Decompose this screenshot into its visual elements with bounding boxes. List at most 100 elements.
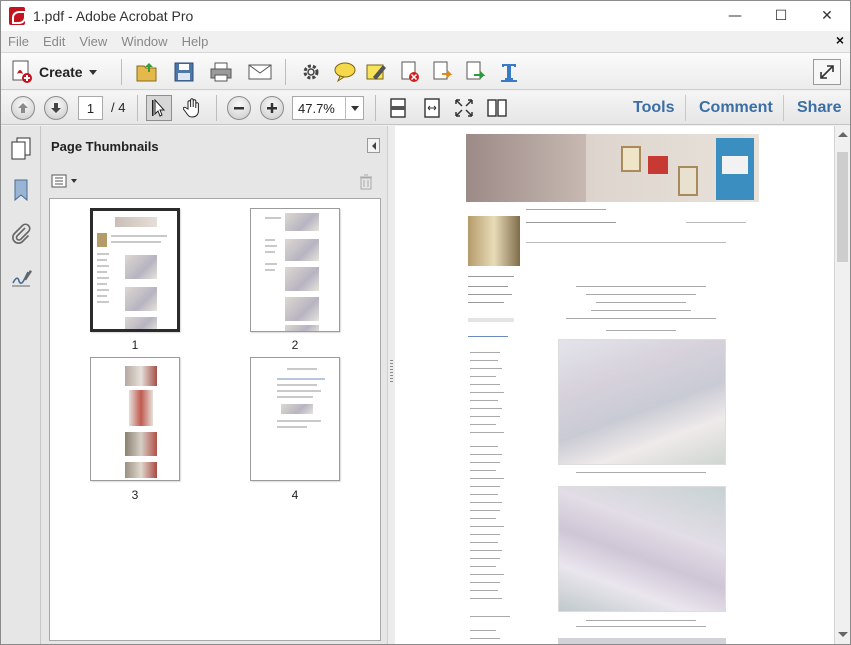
zoom-out-button[interactable] bbox=[227, 96, 251, 120]
window-controls: — ☐ ✕ bbox=[712, 1, 850, 31]
full-screen-icon[interactable] bbox=[450, 95, 478, 121]
print-icon[interactable] bbox=[207, 59, 235, 85]
navigation-pane-strip bbox=[1, 126, 41, 644]
zoom-in-button[interactable] bbox=[260, 96, 284, 120]
maximize-button[interactable]: ☐ bbox=[758, 1, 804, 31]
blog-header-image bbox=[466, 134, 759, 202]
create-button[interactable]: Create bbox=[11, 59, 97, 85]
export-page-icon[interactable] bbox=[429, 59, 457, 85]
page-thumbnail-label-2: 2 bbox=[291, 338, 299, 352]
splitter-grip-icon[interactable] bbox=[390, 360, 393, 384]
chevron-down-icon bbox=[71, 179, 77, 183]
remove-page-icon[interactable] bbox=[396, 59, 424, 85]
window-title: 1.pdf - Adobe Acrobat Pro bbox=[33, 8, 194, 24]
minimize-button[interactable]: — bbox=[712, 1, 758, 31]
scroll-down-arrow-icon[interactable] bbox=[838, 632, 848, 637]
share-link[interactable]: Share bbox=[797, 99, 841, 117]
cursor-arrow-icon bbox=[152, 99, 166, 117]
comment-bubble-icon[interactable] bbox=[331, 59, 359, 85]
next-page-button[interactable] bbox=[44, 96, 68, 120]
highlight-pen-icon[interactable] bbox=[363, 59, 391, 85]
vertical-scrollbar[interactable] bbox=[834, 126, 850, 644]
page-thumbnails-panel: Page Thumbnails 1 2 3 4 bbox=[41, 126, 387, 644]
arrow-up-icon bbox=[18, 103, 28, 113]
menu-help[interactable]: Help bbox=[175, 34, 216, 49]
thumbnail-photo bbox=[97, 233, 107, 247]
scrollbar-thumb[interactable] bbox=[837, 152, 848, 262]
page-thumbnail-2[interactable] bbox=[250, 208, 340, 332]
fit-page-icon[interactable] bbox=[384, 95, 412, 121]
navigation-toolbar: 1 / 4 47.7% Tools Comment Share bbox=[1, 91, 850, 125]
main-toolbar: Create bbox=[1, 52, 850, 90]
panel-title: Page Thumbnails bbox=[51, 139, 159, 154]
toolbar-divider bbox=[375, 95, 376, 121]
text-tool-icon[interactable] bbox=[495, 59, 523, 85]
extract-page-icon[interactable] bbox=[462, 59, 490, 85]
page-total: / 4 bbox=[111, 100, 126, 115]
tools-link[interactable]: Tools bbox=[633, 99, 674, 117]
thumbnail-photo bbox=[281, 404, 313, 414]
thumbnail-options-button[interactable] bbox=[51, 174, 77, 188]
close-button[interactable]: ✕ bbox=[804, 1, 850, 31]
expand-icon[interactable] bbox=[813, 59, 841, 85]
page-thumbnail-label-3: 3 bbox=[131, 488, 139, 502]
menu-file[interactable]: File bbox=[1, 34, 36, 49]
link-divider bbox=[685, 95, 686, 121]
acrobat-pdf-icon bbox=[9, 7, 26, 25]
create-pdf-icon bbox=[11, 60, 33, 84]
zoom-value: 47.7% bbox=[298, 100, 335, 116]
email-icon[interactable] bbox=[246, 59, 274, 85]
fit-width-icon[interactable] bbox=[418, 95, 446, 121]
toolbar-divider bbox=[216, 95, 217, 121]
gear-icon[interactable] bbox=[297, 59, 325, 85]
plus-icon bbox=[267, 103, 277, 113]
page-thumbnails-icon[interactable] bbox=[9, 136, 33, 160]
thumbnail-list: 1 2 3 4 bbox=[49, 198, 381, 641]
menu-window[interactable]: Window bbox=[114, 34, 174, 49]
thumbnail-photo bbox=[285, 267, 319, 291]
page-thumbnail-4[interactable] bbox=[250, 357, 340, 481]
select-tool-button[interactable] bbox=[146, 95, 172, 121]
hand-tool-icon[interactable] bbox=[179, 95, 207, 121]
open-folder-icon[interactable] bbox=[133, 59, 161, 85]
profile-photo bbox=[468, 216, 520, 266]
bookmark-icon[interactable] bbox=[9, 178, 33, 202]
pdf-page bbox=[456, 126, 768, 644]
title-bar: 1.pdf - Adobe Acrobat Pro — ☐ ✕ bbox=[1, 1, 850, 31]
thumbnail-photo bbox=[285, 213, 319, 231]
document-view[interactable] bbox=[395, 126, 834, 644]
document-photo bbox=[558, 638, 726, 644]
toolbar-divider bbox=[137, 95, 138, 121]
signature-icon[interactable] bbox=[9, 265, 33, 289]
zoom-select[interactable]: 47.7% bbox=[292, 96, 364, 120]
thumbnail-photo bbox=[125, 462, 157, 478]
toolbar-divider bbox=[285, 59, 286, 85]
two-page-view-icon[interactable] bbox=[483, 95, 511, 121]
thumbnail-photo bbox=[125, 287, 157, 311]
acrobat-window: 1.pdf - Adobe Acrobat Pro — ☐ ✕ File Edi… bbox=[0, 0, 851, 645]
minus-icon bbox=[234, 107, 244, 110]
trash-icon[interactable] bbox=[359, 174, 373, 194]
close-document-button[interactable]: × bbox=[836, 32, 844, 48]
create-label: Create bbox=[39, 64, 83, 80]
options-list-icon bbox=[51, 174, 67, 188]
collapse-panel-button[interactable] bbox=[367, 138, 380, 153]
comment-link[interactable]: Comment bbox=[699, 99, 773, 117]
document-photo bbox=[558, 339, 726, 465]
arrow-down-icon bbox=[51, 103, 61, 113]
panel-splitter[interactable] bbox=[387, 126, 395, 644]
page-thumbnail-3[interactable] bbox=[90, 357, 180, 481]
thumbnail-photo bbox=[125, 317, 157, 329]
scroll-up-arrow-icon[interactable] bbox=[838, 132, 848, 137]
previous-page-button[interactable] bbox=[11, 96, 35, 120]
page-number-input[interactable]: 1 bbox=[78, 96, 103, 120]
toolbar-divider bbox=[121, 59, 122, 85]
page-thumbnail-label-4: 4 bbox=[291, 488, 299, 502]
menu-view[interactable]: View bbox=[72, 34, 114, 49]
thumbnail-photo bbox=[285, 239, 319, 261]
chevron-down-icon[interactable] bbox=[345, 97, 363, 119]
menu-edit[interactable]: Edit bbox=[36, 34, 72, 49]
page-thumbnail-1[interactable] bbox=[90, 208, 180, 332]
attachment-paperclip-icon[interactable] bbox=[9, 222, 33, 246]
save-icon[interactable] bbox=[170, 59, 198, 85]
